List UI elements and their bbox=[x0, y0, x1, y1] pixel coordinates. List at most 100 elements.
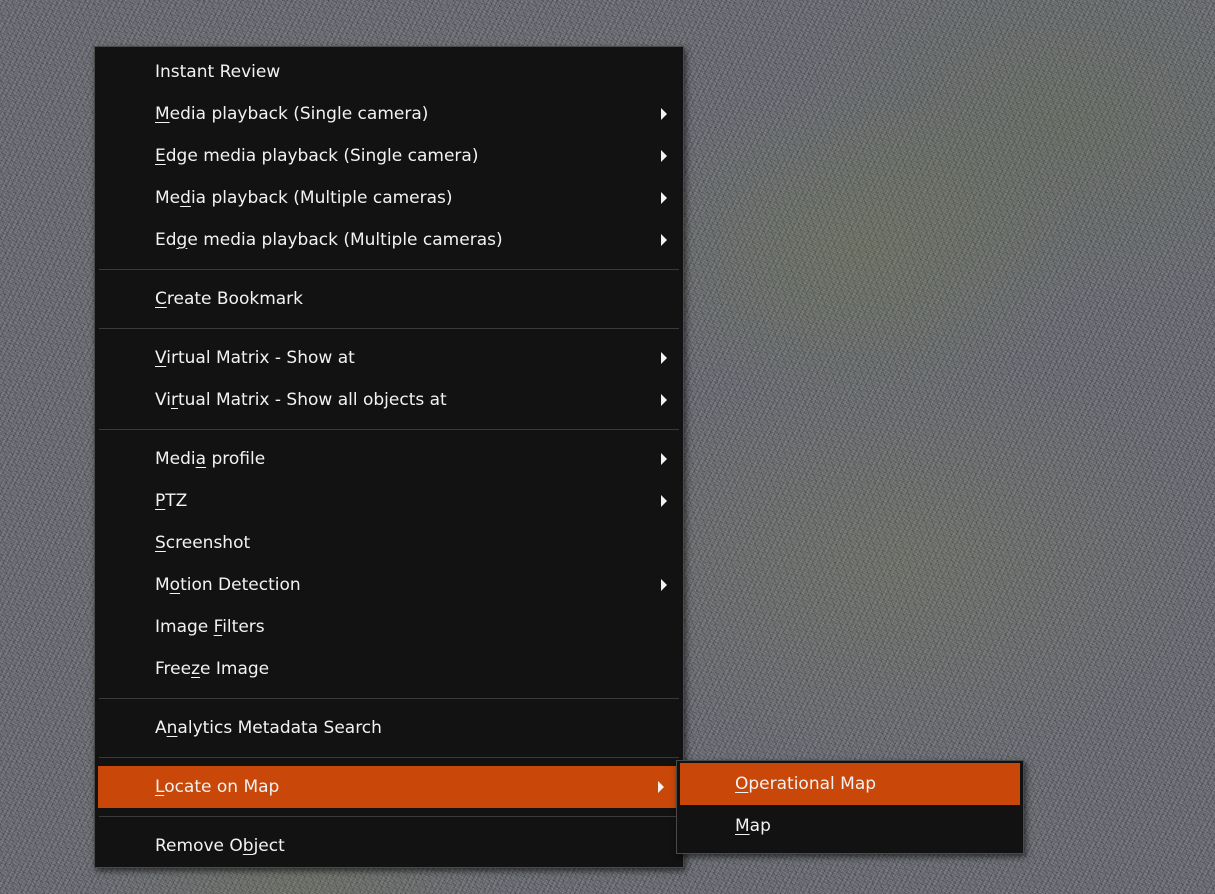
access-key: L bbox=[155, 777, 165, 797]
label-text: irtual Matrix - Show at bbox=[166, 348, 355, 368]
menu-item-label: Virtual Matrix - Show at bbox=[155, 348, 355, 368]
label-text: TZ bbox=[165, 491, 188, 511]
access-key: M bbox=[735, 816, 750, 836]
chevron-right-icon bbox=[661, 192, 667, 204]
menu-item-label: Remove Object bbox=[155, 836, 285, 856]
label-text: Instant Review bbox=[155, 62, 281, 82]
menu-separator bbox=[99, 816, 679, 817]
label-text: e Image bbox=[200, 659, 270, 679]
label-text: Vi bbox=[155, 390, 171, 410]
label-text: e media playback (Multiple cameras) bbox=[187, 230, 503, 250]
label-text: M bbox=[155, 575, 170, 595]
menu-item-label: PTZ bbox=[155, 491, 187, 511]
chevron-right-icon bbox=[661, 234, 667, 246]
label-text: Me bbox=[155, 188, 181, 208]
menu-separator bbox=[99, 429, 679, 430]
camera-video-background: Instant Review Media playback (Single cam… bbox=[0, 0, 1215, 894]
menu-item-label: Analytics Metadata Search bbox=[155, 718, 382, 738]
access-key: b bbox=[242, 836, 254, 856]
label-text: ocate on Map bbox=[164, 777, 280, 797]
menu-item-instant-review[interactable]: Instant Review bbox=[95, 51, 683, 93]
label-text: tion Detection bbox=[180, 575, 301, 595]
label-text: creenshot bbox=[165, 533, 251, 553]
chevron-right-icon bbox=[658, 781, 664, 793]
menu-item-virtual-matrix-show-at[interactable]: Virtual Matrix - Show at bbox=[95, 337, 683, 379]
menu-item-motion-detection[interactable]: Motion Detection bbox=[95, 564, 683, 606]
menu-item-create-bookmark[interactable]: Create Bookmark bbox=[95, 278, 683, 320]
label-text: ia playback (Multiple cameras) bbox=[190, 188, 453, 208]
chevron-right-icon bbox=[661, 579, 667, 591]
menu-separator bbox=[99, 328, 679, 329]
label-text: Ed bbox=[155, 230, 177, 250]
chevron-right-icon bbox=[661, 150, 667, 162]
label-text: Free bbox=[155, 659, 192, 679]
access-key: n bbox=[166, 718, 178, 738]
label-text: edia playback (Single camera) bbox=[169, 104, 429, 124]
menu-item-media-playback-multiple[interactable]: Media playback (Multiple cameras) bbox=[95, 177, 683, 219]
access-key: z bbox=[191, 659, 201, 679]
menu-item-image-filters[interactable]: Image Filters bbox=[95, 606, 683, 648]
label-text: Remove O bbox=[155, 836, 243, 856]
label-text: A bbox=[155, 718, 167, 738]
locate-on-map-submenu: Operational Map Map bbox=[676, 760, 1024, 854]
menu-item-media-playback-single[interactable]: Media playback (Single camera) bbox=[95, 93, 683, 135]
chevron-right-icon bbox=[661, 495, 667, 507]
menu-separator bbox=[99, 698, 679, 699]
label-text: dge media playback (Single camera) bbox=[165, 146, 479, 166]
chevron-right-icon bbox=[661, 352, 667, 364]
label-text: perational Map bbox=[748, 774, 877, 794]
label-text: ject bbox=[253, 836, 285, 856]
menu-item-screenshot[interactable]: Screenshot bbox=[95, 522, 683, 564]
menu-item-label: Media playback (Single camera) bbox=[155, 104, 428, 124]
menu-item-ptz[interactable]: PTZ bbox=[95, 480, 683, 522]
menu-item-label: Operational Map bbox=[735, 774, 876, 794]
menu-item-media-profile[interactable]: Media profile bbox=[95, 438, 683, 480]
menu-item-label: Edge media playback (Multiple cameras) bbox=[155, 230, 503, 250]
access-key: d bbox=[180, 188, 191, 208]
chevron-right-icon bbox=[661, 394, 667, 406]
label-text: tual Matrix - Show all objects at bbox=[177, 390, 447, 410]
label-text: Medi bbox=[155, 449, 196, 469]
menu-separator bbox=[99, 757, 679, 758]
access-key: V bbox=[155, 348, 167, 368]
menu-item-label: Instant Review bbox=[155, 62, 280, 82]
chevron-right-icon bbox=[661, 108, 667, 120]
menu-item-label: Freeze Image bbox=[155, 659, 269, 679]
menu-item-label: Media profile bbox=[155, 449, 265, 469]
label-text: profile bbox=[206, 449, 266, 469]
access-key: C bbox=[155, 289, 167, 309]
menu-item-label: Edge media playback (Single camera) bbox=[155, 146, 478, 166]
access-key: a bbox=[195, 449, 207, 469]
access-key: r bbox=[170, 390, 178, 410]
menu-item-locate-on-map[interactable]: Locate on Map bbox=[98, 766, 680, 808]
menu-item-remove-object[interactable]: Remove Object bbox=[95, 825, 683, 867]
access-key: P bbox=[155, 491, 166, 511]
access-key: S bbox=[155, 533, 166, 553]
label-text: ilters bbox=[222, 617, 265, 637]
menu-item-virtual-matrix-show-all[interactable]: Virtual Matrix - Show all objects at bbox=[95, 379, 683, 421]
access-key: g bbox=[176, 230, 188, 250]
access-key: M bbox=[155, 104, 170, 124]
chevron-right-icon bbox=[661, 453, 667, 465]
menu-item-edge-media-playback-multiple[interactable]: Edge media playback (Multiple cameras) bbox=[95, 219, 683, 261]
label-text: alytics Metadata Search bbox=[177, 718, 382, 738]
menu-item-edge-media-playback-single[interactable]: Edge media playback (Single camera) bbox=[95, 135, 683, 177]
menu-item-analytics-metadata-search[interactable]: Analytics Metadata Search bbox=[95, 707, 683, 749]
label-text: Image bbox=[155, 617, 214, 637]
menu-item-label: Motion Detection bbox=[155, 575, 301, 595]
access-key: F bbox=[213, 617, 223, 637]
label-text: reate Bookmark bbox=[166, 289, 304, 309]
access-key: O bbox=[735, 774, 749, 794]
menu-item-freeze-image[interactable]: Freeze Image bbox=[95, 648, 683, 690]
access-key: o bbox=[169, 575, 181, 595]
menu-item-operational-map[interactable]: Operational Map bbox=[680, 763, 1020, 805]
menu-item-label: Image Filters bbox=[155, 617, 265, 637]
menu-item-map[interactable]: Map bbox=[677, 805, 1023, 847]
menu-item-label: Map bbox=[735, 816, 771, 836]
context-menu: Instant Review Media playback (Single cam… bbox=[94, 46, 684, 868]
menu-item-label: Virtual Matrix - Show all objects at bbox=[155, 390, 447, 410]
menu-item-label: Screenshot bbox=[155, 533, 250, 553]
menu-item-label: Locate on Map bbox=[155, 777, 279, 797]
menu-item-label: Create Bookmark bbox=[155, 289, 303, 309]
access-key: E bbox=[155, 146, 166, 166]
